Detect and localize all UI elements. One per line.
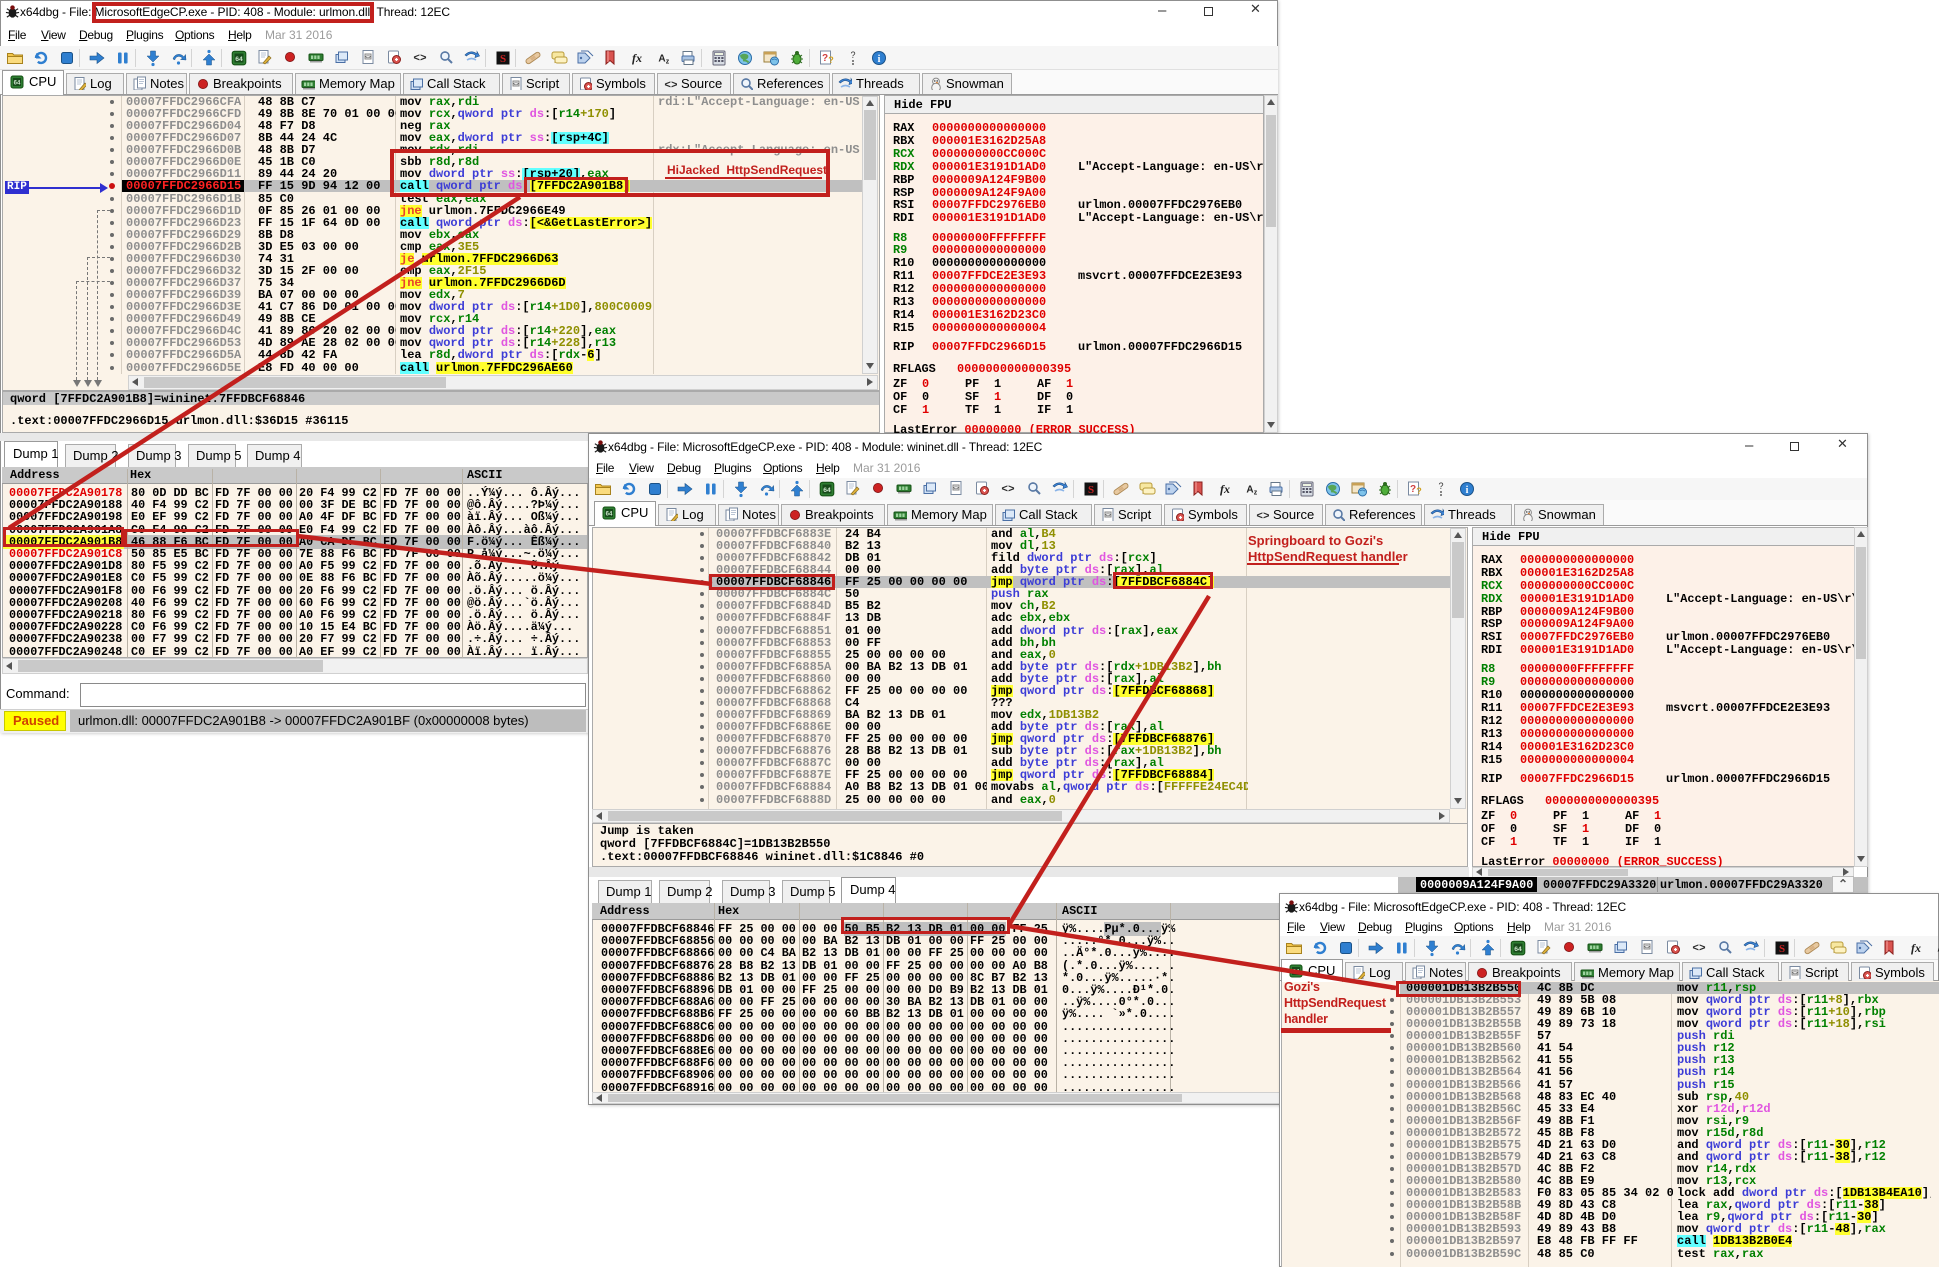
svg-text:<>: <> — [1644, 944, 1650, 950]
svg-text:S: S — [1779, 943, 1785, 955]
svg-text:64: 64 — [235, 56, 243, 63]
svg-text:?: ? — [822, 53, 828, 64]
svg-text:<>: <> — [1256, 511, 1269, 521]
svg-text:64: 64 — [14, 81, 21, 87]
svg-text:S: S — [1088, 484, 1094, 496]
svg-text:z: z — [666, 59, 670, 66]
svg-text:i: i — [878, 54, 881, 65]
svg-text:?: ? — [850, 50, 855, 60]
svg-text:S: S — [500, 53, 506, 65]
svg-text:?: ? — [828, 55, 834, 65]
svg-text:<>: <> — [1792, 970, 1798, 976]
svg-text:<>: <> — [664, 80, 677, 90]
svg-text:fx: fx — [1911, 941, 1921, 955]
svg-text:<>: <> — [1001, 484, 1015, 496]
svg-text:64: 64 — [606, 512, 613, 518]
svg-text:64: 64 — [1293, 970, 1300, 976]
svg-text:i: i — [1466, 485, 1469, 496]
svg-text:<>: <> — [1105, 512, 1111, 518]
svg-text:<>: <> — [365, 54, 371, 60]
svg-text:?: ? — [1438, 481, 1443, 491]
svg-text:64: 64 — [1514, 946, 1522, 953]
svg-text:fx: fx — [632, 51, 642, 65]
svg-text:<>: <> — [1692, 943, 1706, 955]
svg-text:fx: fx — [1220, 482, 1230, 496]
svg-text:?: ? — [1416, 486, 1422, 496]
svg-text:<>: <> — [513, 81, 519, 87]
svg-text:<>: <> — [413, 53, 427, 65]
svg-text:A: A — [658, 54, 665, 65]
svg-text:<>: <> — [953, 485, 959, 491]
svg-text:?: ? — [1410, 484, 1416, 495]
svg-text:A: A — [1246, 485, 1253, 496]
svg-text:64: 64 — [823, 487, 831, 494]
svg-text:z: z — [1254, 490, 1258, 497]
